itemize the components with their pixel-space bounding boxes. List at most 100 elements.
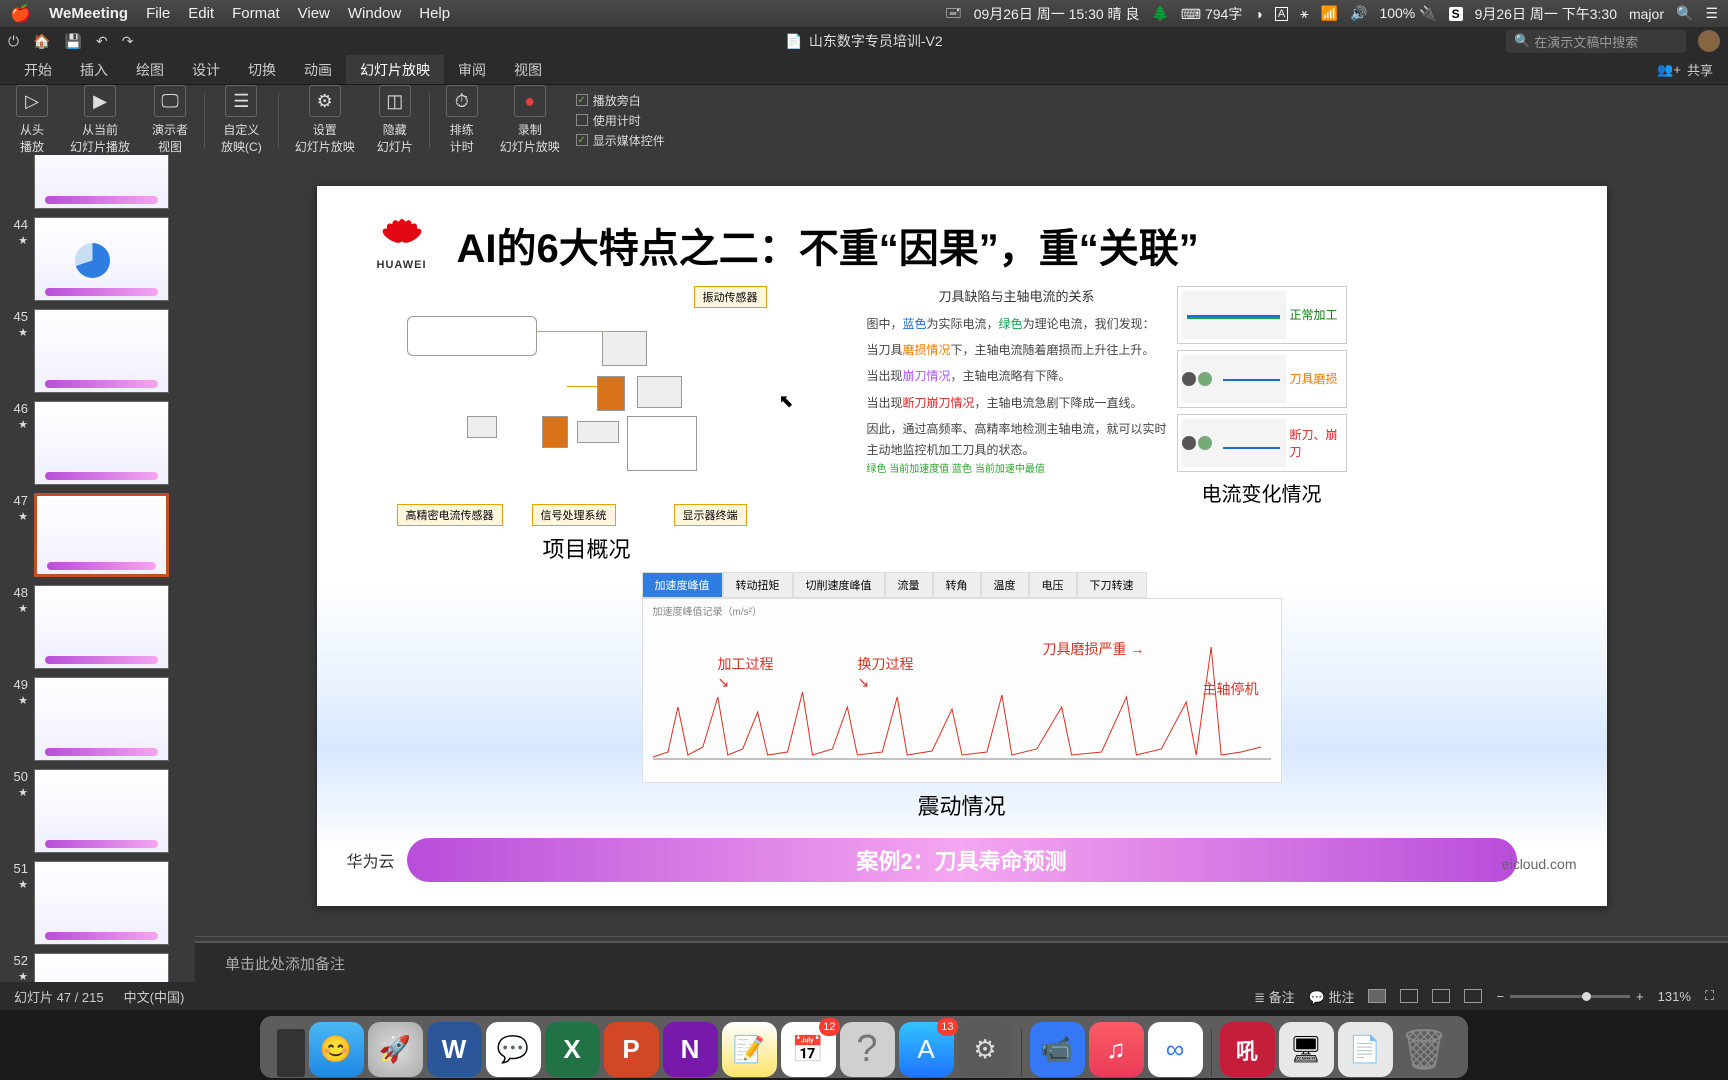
dock-music[interactable]: ♫ xyxy=(1089,1022,1144,1077)
slide-thumbnail[interactable] xyxy=(34,155,169,209)
slide-thumbnails-panel[interactable]: ★ 44★ 45★ 46★ 47★ 48★ 49★ 50★ 51★ 52★ xyxy=(0,155,195,982)
user-avatar[interactable] xyxy=(1698,30,1720,52)
dock-pages[interactable]: 📄 xyxy=(1338,1022,1393,1077)
notes-pane[interactable]: 单击此处添加备注 xyxy=(195,942,1728,982)
dock-help[interactable]: ? xyxy=(840,1022,895,1077)
tab-draw[interactable]: 绘图 xyxy=(122,55,178,84)
dock-launchpad[interactable]: 🚀 xyxy=(368,1022,423,1077)
menu-help[interactable]: Help xyxy=(419,5,450,22)
slide-thumbnail-active[interactable] xyxy=(34,493,169,577)
dock-video-app[interactable]: 📹 xyxy=(1030,1022,1085,1077)
undo-icon[interactable]: ↶ xyxy=(96,33,108,50)
zoom-out-button[interactable]: − xyxy=(1496,989,1504,1004)
chk-narration[interactable]: ✓播放旁白 xyxy=(576,92,665,109)
share-button[interactable]: 👥+ 共享 xyxy=(1657,60,1728,79)
zoom-level[interactable]: 131% xyxy=(1658,989,1691,1004)
language-indicator[interactable]: 中文(中国) xyxy=(124,987,185,1006)
dock-settings[interactable]: ⚙ xyxy=(958,1022,1013,1077)
dock-powerpoint[interactable]: P xyxy=(604,1022,659,1077)
chk-media-controls[interactable]: ✓显示媒体控件 xyxy=(576,132,665,149)
comments-toggle[interactable]: 💬 批注 xyxy=(1309,987,1355,1006)
dock-app-box[interactable] xyxy=(277,1029,305,1077)
tab-insert[interactable]: 插入 xyxy=(66,55,122,84)
tab-animations[interactable]: 动画 xyxy=(290,55,346,84)
status-word-count[interactable]: ⌨ 794字 xyxy=(1181,4,1242,24)
fit-to-window-button[interactable]: ⛶ xyxy=(1705,988,1714,1004)
doc-icon: 📄 xyxy=(785,33,802,50)
menu-view[interactable]: View xyxy=(298,5,330,22)
menubar-app-name[interactable]: WeMeeting xyxy=(49,5,128,22)
zoom-in-button[interactable]: + xyxy=(1636,989,1644,1004)
status-date-widget[interactable]: 09月26日 周一 15:30 晴 良 xyxy=(974,4,1140,24)
status-app-icon[interactable]: S xyxy=(1449,7,1463,21)
notes-toggle[interactable]: ≣ 备注 xyxy=(1254,987,1295,1006)
menu-window[interactable]: Window xyxy=(348,5,401,22)
dock-notes[interactable]: 📝 xyxy=(722,1022,777,1077)
status-search-icon[interactable]: 🔍 xyxy=(1676,5,1693,22)
menu-format[interactable]: Format xyxy=(232,5,280,22)
status-control-center-icon[interactable]: ☰ xyxy=(1705,5,1718,22)
reading-view-button[interactable] xyxy=(1432,989,1450,1003)
dock-excel[interactable]: X xyxy=(545,1022,600,1077)
status-bluetooth-icon[interactable]: ⚹ xyxy=(1300,5,1308,22)
status-calendar-icon[interactable]: 🖃 xyxy=(945,2,961,26)
dock-onenote[interactable]: N xyxy=(663,1022,718,1077)
redo-icon[interactable]: ↷ xyxy=(122,33,134,50)
slide-thumbnail[interactable] xyxy=(34,861,169,945)
ribbon-separator xyxy=(278,93,279,148)
hide-slide-button[interactable]: ◫隐藏 幻灯片 xyxy=(371,85,419,155)
tab-transitions[interactable]: 切换 xyxy=(234,55,290,84)
tab-home[interactable]: 开始 xyxy=(10,55,66,84)
status-battery[interactable]: 100% 🔌 xyxy=(1379,5,1436,22)
sorter-view-button[interactable] xyxy=(1400,989,1418,1003)
status-clock[interactable]: 9月26日 周一 下午3:30 xyxy=(1475,4,1617,24)
setup-show-button[interactable]: ⚙设置 幻灯片放映 xyxy=(289,85,361,155)
search-input[interactable]: 🔍 在演示文稿中搜索 xyxy=(1506,30,1686,53)
dock-word[interactable]: W xyxy=(427,1022,482,1077)
normal-view-button[interactable] xyxy=(1368,989,1386,1003)
status-volume-icon[interactable]: 🔊 xyxy=(1350,5,1367,22)
status-wifi-icon[interactable]: 📶 xyxy=(1321,5,1338,22)
dock-wechat[interactable]: 💬 xyxy=(486,1022,541,1077)
slideshow-view-button[interactable] xyxy=(1464,989,1482,1003)
slide-thumbnail[interactable] xyxy=(34,401,169,485)
zoom-slider[interactable]: − + xyxy=(1496,989,1643,1004)
dock-wemeeting[interactable]: 🖥 xyxy=(1279,1022,1334,1077)
dock-finder[interactable]: 😊 xyxy=(309,1022,364,1077)
autosave-toggle-icon[interactable]: ⏻ xyxy=(8,33,19,50)
slide-thumbnail[interactable] xyxy=(34,217,169,301)
vib-tab: 转动扭矩 xyxy=(723,572,793,598)
status-user[interactable]: major xyxy=(1629,6,1664,22)
play-from-current-button[interactable]: ▶从当前 幻灯片播放 xyxy=(64,85,136,155)
dock-app-red[interactable]: 吼 xyxy=(1220,1022,1275,1077)
tab-review[interactable]: 审阅 xyxy=(444,55,500,84)
slide-thumbnail[interactable] xyxy=(34,585,169,669)
chk-timings[interactable]: 使用计时 xyxy=(576,112,665,129)
save-icon[interactable]: 💾 xyxy=(65,33,82,50)
tab-view[interactable]: 视图 xyxy=(500,55,556,84)
menu-file[interactable]: File xyxy=(146,5,170,22)
status-tree-icon[interactable]: 🌲 xyxy=(1151,5,1168,22)
record-button[interactable]: ●录制 幻灯片放映 xyxy=(494,85,566,155)
presenter-view-button[interactable]: 🖵演示者 视图 xyxy=(146,85,194,155)
tab-slideshow[interactable]: 幻灯片放映 xyxy=(346,55,444,84)
slide-counter[interactable]: 幻灯片 47 / 215 xyxy=(14,987,104,1006)
status-accessibility-icon[interactable]: ◑ xyxy=(1254,6,1262,22)
custom-show-button[interactable]: ☰自定义 放映(C) xyxy=(215,85,268,155)
slide-thumbnail[interactable] xyxy=(34,309,169,393)
dock-calendar[interactable]: 📅12 xyxy=(781,1022,836,1077)
slide-thumbnail[interactable] xyxy=(34,953,169,982)
play-from-start-button[interactable]: ▷从头 播放 xyxy=(10,85,54,155)
slide-thumbnail[interactable] xyxy=(34,677,169,761)
status-ime-icon[interactable]: A xyxy=(1275,7,1288,21)
current-slide[interactable]: HUAWEI AI的6大特点之二：不重“因果”，重“关联” 振动传感器 xyxy=(317,186,1607,906)
dock-appstore[interactable]: A13 xyxy=(899,1022,954,1077)
menu-edit[interactable]: Edit xyxy=(188,5,214,22)
dock-cloud[interactable]: ∞ xyxy=(1148,1022,1203,1077)
home-icon[interactable]: 🏠 xyxy=(33,33,50,50)
apple-logo-icon[interactable]: 🍎 xyxy=(10,4,31,24)
rehearse-button[interactable]: ⏱排练 计时 xyxy=(440,85,484,155)
dock-trash[interactable]: 🗑 xyxy=(1397,1022,1452,1077)
tab-design[interactable]: 设计 xyxy=(178,55,234,84)
slide-thumbnail[interactable] xyxy=(34,769,169,853)
